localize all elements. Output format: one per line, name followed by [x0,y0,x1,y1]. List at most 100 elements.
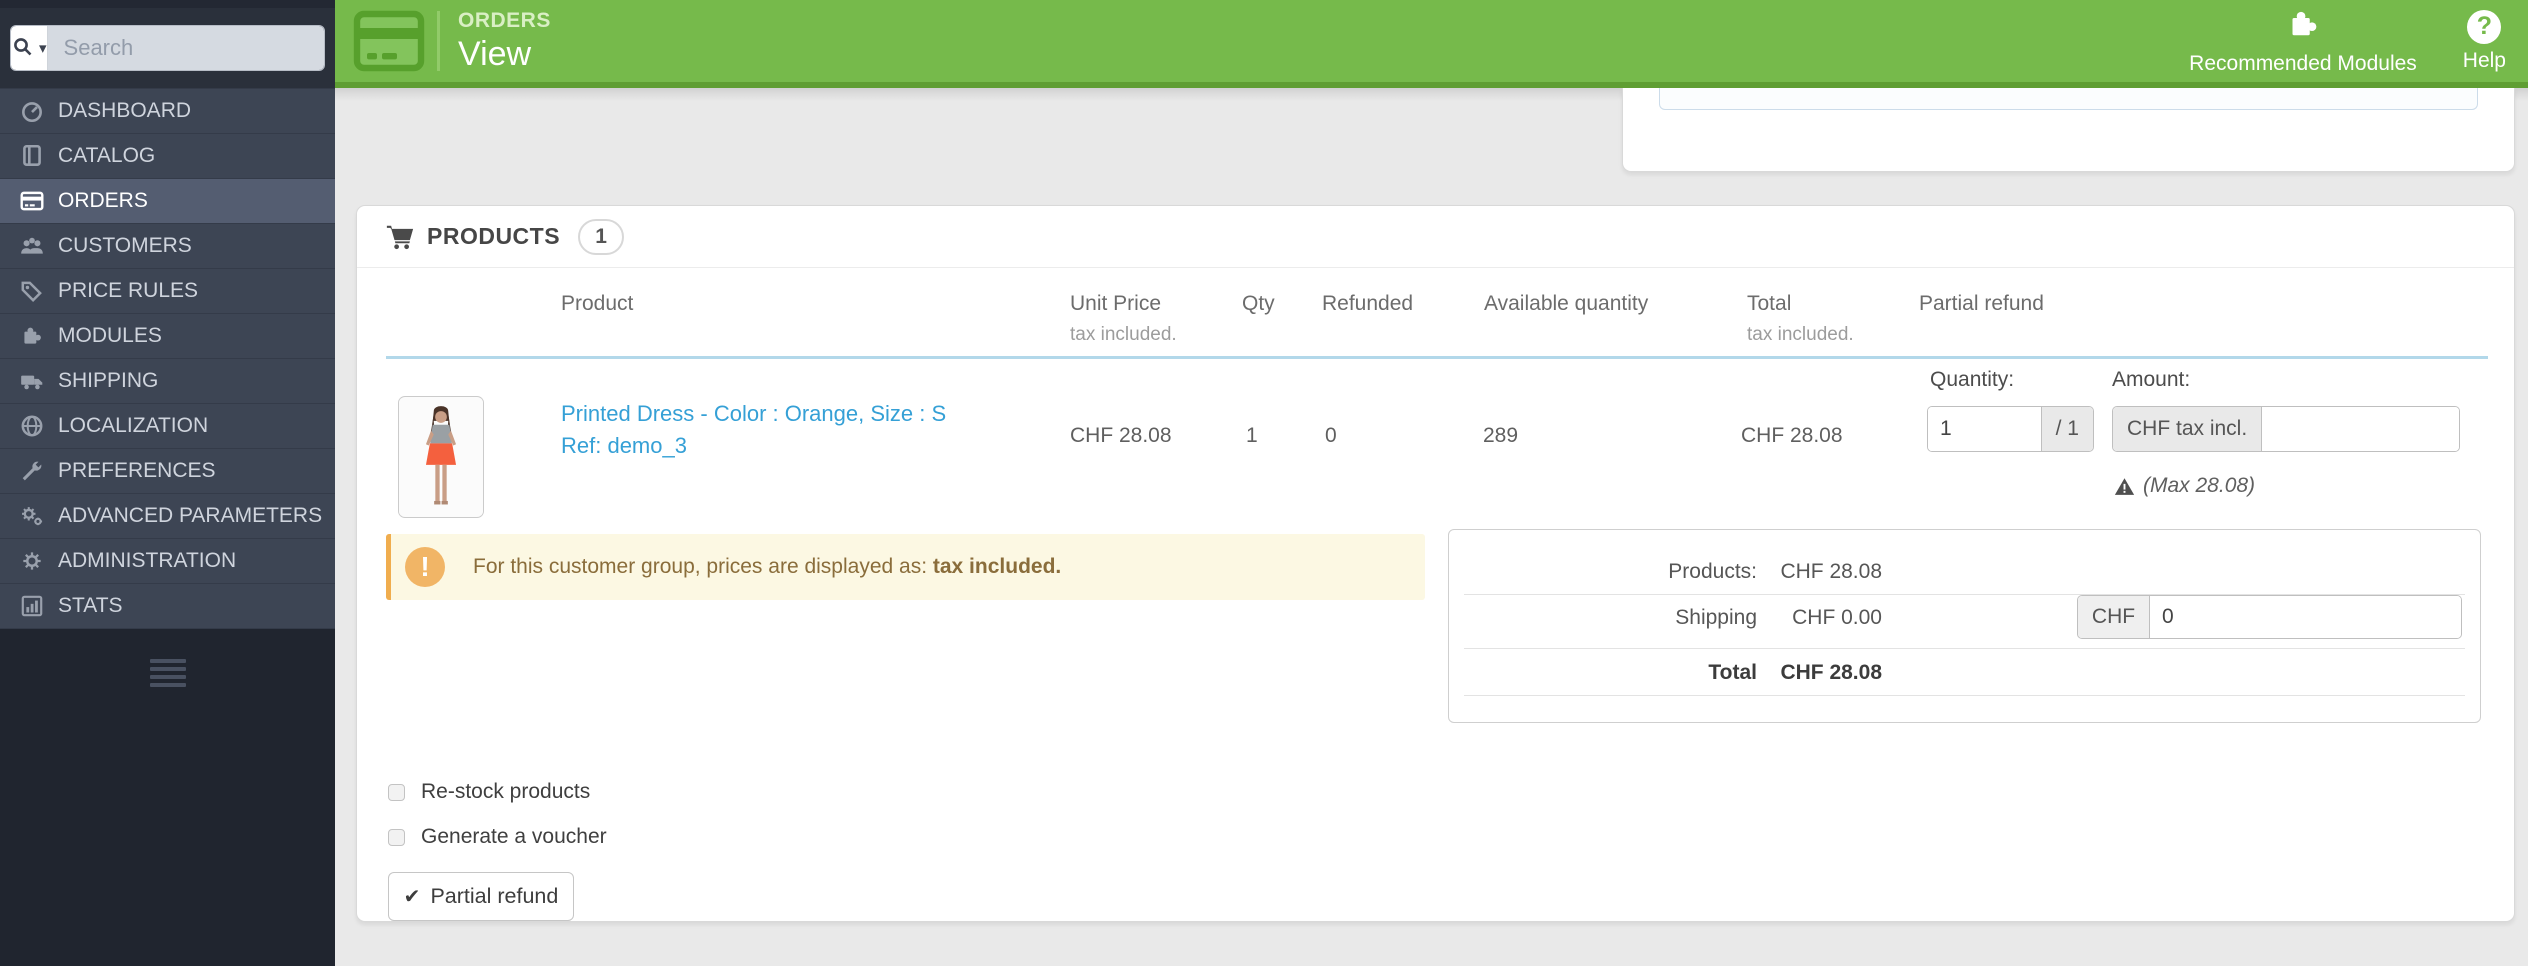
refund-amount-currency-addon: CHF tax incl. [2113,407,2263,451]
puzzle-icon [18,323,45,350]
order-totals-box: Products: CHF 28.08 Shipping CHF 0.00 CH… [1448,529,2481,723]
restock-checkbox[interactable] [388,783,405,801]
sidebar-item-preferences[interactable]: PREFERENCES [0,448,335,493]
page-header-left: ORDERS View [335,0,551,82]
refund-quantity-max-addon: / 1 [2040,407,2093,451]
page-header-actions: Recommended Modules ? Help [2189,6,2528,76]
refund-amount-input[interactable] [2262,407,2459,451]
page-header: ORDERS View Recommended Modules ? Help [335,0,2528,88]
search-group: ▾ [10,25,325,71]
help-label: Help [2462,48,2506,72]
sidebar-item-administration[interactable]: ADMINISTRATION [0,538,335,583]
sidebar-item-advanced-parameters[interactable]: ADVANCED PARAMETERS [0,493,335,538]
totals-products-value: CHF 28.08 [1780,560,1882,583]
sidebar-item-label: STATS [58,594,123,617]
partial-refund-button[interactable]: ✔ Partial refund [388,872,574,921]
dashboard-icon [18,98,45,125]
sidebar-item-modules[interactable]: MODULES [0,313,335,358]
content-area: PRODUCTS 1 Product Unit Price tax includ… [335,88,2528,966]
tax-display-alert: ! For this customer group, prices are di… [386,534,1425,600]
sidebar-item-orders[interactable]: ORDERS [0,178,335,223]
sidebar-footer [0,628,335,966]
credit-card-icon [18,188,45,215]
sidebar-item-customers[interactable]: CUSTOMERS [0,223,335,268]
recommended-modules-label: Recommended Modules [2189,52,2417,75]
table-header-underline [386,356,2488,359]
chevron-down-icon: ▾ [39,40,47,57]
totals-separator [1464,648,2465,649]
sidebar-item-label: DASHBOARD [58,99,192,122]
sidebar: ▾ DASHBOARD CATALOG ORDERS CUSTOMERS [0,0,335,966]
col-header-product: Product [561,292,634,315]
totals-total-value: CHF 28.08 [1780,661,1882,684]
products-panel-header: PRODUCTS 1 [357,206,2514,268]
sidebar-item-label: ORDERS [58,189,148,212]
shipping-currency-addon: CHF [2078,596,2150,638]
refund-max-note: (Max 28.08) [2114,474,2255,498]
sidebar-item-shipping[interactable]: SHIPPING [0,358,335,403]
bar-chart-icon [18,593,45,620]
shopping-cart-icon [385,222,415,252]
products-count-badge: 1 [578,218,625,255]
recommended-modules-button[interactable]: Recommended Modules [2189,6,2417,76]
sidebar-item-catalog[interactable]: CATALOG [0,133,335,178]
globe-icon [18,413,45,440]
exclamation-icon: ! [405,547,445,587]
previous-panel-inner-box [1659,88,2478,110]
search-input[interactable] [47,26,324,70]
sidebar-item-label: CUSTOMERS [58,234,192,257]
help-button[interactable]: ? Help [2462,9,2506,73]
col-header-unit-price: Unit Price [1070,292,1162,315]
sidebar-item-label: LOCALIZATION [58,414,209,437]
shipping-refund-input[interactable] [2150,596,2461,638]
sidebar-menu: DASHBOARD CATALOG ORDERS CUSTOMERS PRICE… [0,88,335,628]
sidebar-item-localization[interactable]: LOCALIZATION [0,403,335,448]
search-icon [11,35,35,62]
prestashop-admin-screen: ▾ DASHBOARD CATALOG ORDERS CUSTOMERS [0,0,2528,966]
col-note-total: tax included. [1747,324,1854,345]
sidebar-item-price-rules[interactable]: PRICE RULES [0,268,335,313]
shipping-refund-group: CHF [2077,595,2462,639]
sidebar-item-label: PREFERENCES [58,459,216,482]
refund-quantity-input[interactable] [1928,407,2041,451]
users-icon [18,233,45,260]
sidebar-item-label: SHIPPING [58,369,159,392]
restock-label: Re-stock products [421,780,591,803]
totals-products-label: Products: [1668,560,1757,583]
cell-qty: 1 [1246,424,1258,447]
product-link[interactable]: Printed Dress - Color : Orange, Size : S… [561,398,946,462]
collapse-menu-icon[interactable] [149,659,186,687]
col-note-unit-price: tax included. [1070,324,1177,345]
product-thumbnail[interactable] [398,396,484,518]
products-panel-title: PRODUCTS [427,223,561,249]
sidebar-item-label: ADMINISTRATION [58,549,237,572]
totals-total-label: Total [1708,661,1757,684]
voucher-label: Generate a voucher [421,825,607,848]
help-icon: ? [2467,9,2502,44]
voucher-checkbox[interactable] [388,828,405,846]
product-ref: Ref: demo_3 [561,433,687,458]
cell-refunded: 0 [1325,424,1337,447]
totals-separator [1464,695,2465,696]
search-scope-button[interactable]: ▾ [11,26,48,70]
refund-amount-label: Amount: [2112,368,2191,391]
col-header-refunded: Refunded [1322,292,1414,315]
sidebar-search-area: ▾ [0,0,335,88]
header-divider [437,11,440,71]
sidebar-item-label: ADVANCED PARAMETERS [58,504,323,527]
sidebar-item-label: CATALOG [58,144,156,167]
sidebar-item-dashboard[interactable]: DASHBOARD [0,88,335,133]
tags-icon [18,278,45,305]
totals-shipping-value: CHF 0.00 [1792,606,1882,629]
check-icon: ✔ [403,886,421,908]
tax-display-alert-text: For this customer group, prices are disp… [473,555,1062,578]
sidebar-item-label: PRICE RULES [58,279,199,302]
breadcrumb: ORDERS [458,8,551,32]
previous-panel-bottom [1622,88,2515,172]
restock-option: Re-stock products [388,780,590,804]
voucher-option: Generate a voucher [388,825,607,849]
col-header-available: Available quantity [1484,292,1649,315]
sidebar-item-stats[interactable]: STATS [0,583,335,628]
refund-amount-group: CHF tax incl. [2112,406,2460,452]
products-panel: PRODUCTS 1 Product Unit Price tax includ… [356,205,2515,922]
